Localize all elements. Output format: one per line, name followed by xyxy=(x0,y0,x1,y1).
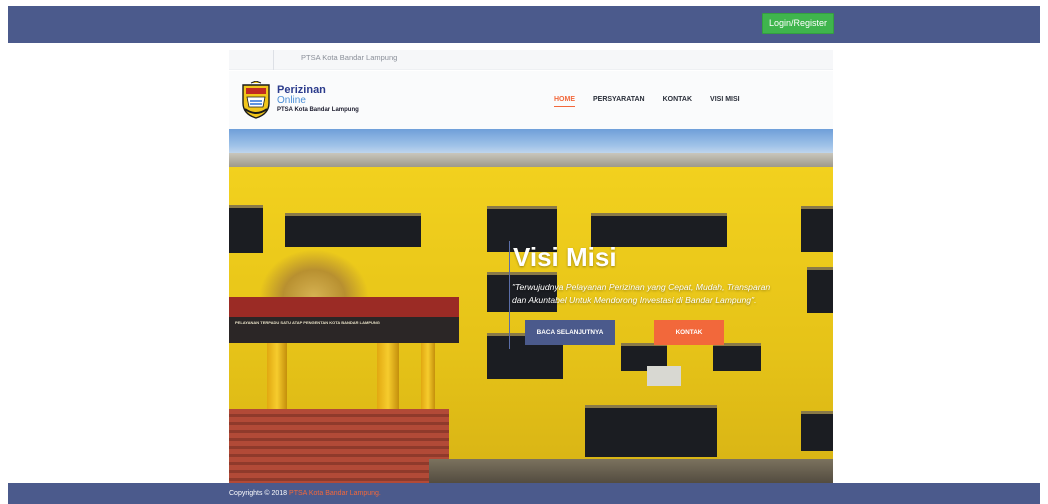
info-divider xyxy=(273,50,274,70)
building-window xyxy=(801,411,833,451)
brand-tagline: PTSA Kota Bandar Lampung xyxy=(277,107,359,113)
city-emblem-icon[interactable] xyxy=(241,81,271,119)
footer-link[interactable]: PTSA Kota Bandar Lampung. xyxy=(289,490,381,497)
entrance-steps xyxy=(229,409,449,483)
hero-description-line-1: "Terwujudnya Pelayanan Perizinan yang Ce… xyxy=(512,282,771,292)
building-window xyxy=(801,206,833,252)
info-bar: PTSA Kota Bandar Lampung xyxy=(229,50,833,70)
navbar: Perizinan Online PTSA Kota Bandar Lampun… xyxy=(229,71,833,129)
pavilion-roof xyxy=(229,297,459,317)
building-window xyxy=(285,213,421,247)
nav-item-persyaratan[interactable]: PERSYARATAN xyxy=(593,96,645,103)
brand-subtitle: Online xyxy=(277,95,306,106)
info-bar-text: PTSA Kota Bandar Lampung xyxy=(301,53,398,62)
main-nav: HOME PERSYARATAN KONTAK VISI MISI xyxy=(554,96,758,107)
top-bar: Login/Register xyxy=(8,6,1040,43)
pavilion-sign-text: PELAYANAN TERPADU SATU ATAP PENGENTAN KO… xyxy=(235,320,380,325)
roof-ornament xyxy=(259,249,369,297)
hero-description-line-2: dan Akuntabel Untuk Mendorong Investasi … xyxy=(512,295,757,305)
footer-copyright: Copyrights © 2018 PTSA Kota Bandar Lampu… xyxy=(229,490,381,497)
building-window xyxy=(229,205,263,253)
footer: Copyrights © 2018 PTSA Kota Bandar Lampu… xyxy=(8,483,1040,504)
building-window xyxy=(713,343,761,371)
hero-roof xyxy=(229,153,833,167)
contact-button[interactable]: KONTAK xyxy=(654,320,724,345)
pavilion-sign: PELAYANAN TERPADU SATU ATAP PENGENTAN KO… xyxy=(229,317,459,343)
login-register-button[interactable]: Login/Register xyxy=(762,13,834,34)
brand[interactable]: Perizinan Online PTSA Kota Bandar Lampun… xyxy=(277,85,359,115)
air-conditioner xyxy=(647,366,681,386)
ground xyxy=(429,459,833,483)
read-more-button[interactable]: BACA SELANJUTNYA xyxy=(525,320,615,345)
nav-item-home[interactable]: HOME xyxy=(554,96,575,107)
hero-accent-line xyxy=(509,241,510,349)
building-entrance xyxy=(585,405,717,457)
hero-description: "Terwujudnya Pelayanan Perizinan yang Ce… xyxy=(512,281,833,307)
nav-item-kontak[interactable]: KONTAK xyxy=(663,96,692,103)
page-container: PTSA Kota Bandar Lampung Perizinan Onlin… xyxy=(229,50,833,483)
hero-banner: PELAYANAN TERPADU SATU ATAP PENGENTAN KO… xyxy=(229,129,833,483)
footer-copyright-prefix: Copyrights © 2018 xyxy=(229,490,288,497)
nav-item-visi-misi[interactable]: VISI MISI xyxy=(710,96,740,103)
hero-title: Visi Misi xyxy=(513,242,617,272)
